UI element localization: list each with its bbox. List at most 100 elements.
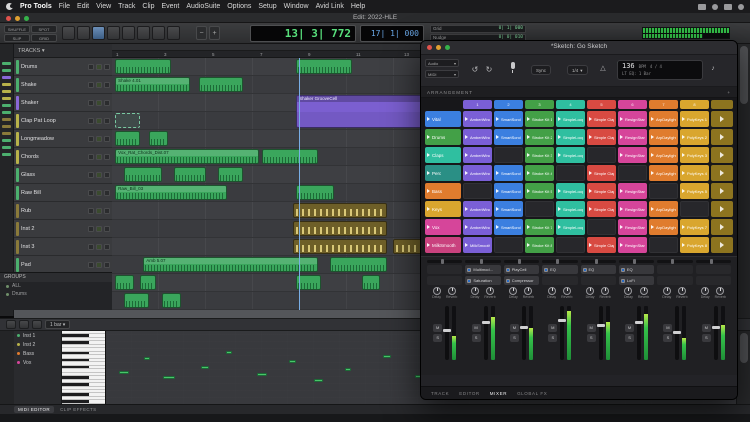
send-knob[interactable]: Delay [470, 287, 479, 302]
fader-track[interactable] [560, 306, 564, 360]
empty-cell[interactable] [556, 165, 585, 181]
mute-button[interactable] [104, 190, 110, 196]
send-slider[interactable] [427, 260, 462, 263]
fader-track[interactable] [714, 306, 718, 360]
piano-black-key[interactable] [62, 376, 89, 378]
solo-button[interactable] [96, 82, 102, 88]
loop-cell[interactable]: PolyKeys 1 [680, 111, 709, 127]
scene-trigger[interactable] [711, 129, 733, 145]
clip[interactable] [140, 275, 156, 290]
insert-slot[interactable]: EQ [581, 265, 616, 274]
track-row[interactable]: Inst 3 [14, 238, 112, 256]
mute-button[interactable]: M [510, 324, 519, 332]
mini-track-item[interactable] [0, 144, 13, 151]
loop-cell[interactable]: SimpleLoops 5 [556, 183, 585, 199]
empty-cell[interactable] [587, 147, 616, 163]
clip[interactable] [115, 59, 171, 74]
midi-track-item[interactable]: Bass [14, 349, 61, 358]
apple-menu-icon[interactable] [6, 3, 13, 10]
tracks-panel-header[interactable]: TRACKS ▾ [14, 44, 112, 58]
mini-track-item[interactable] [0, 151, 13, 158]
loop-cell[interactable]: ResignStar 3 [618, 147, 647, 163]
solo-button[interactable] [96, 136, 102, 142]
insert-enable-checkbox[interactable] [544, 268, 548, 272]
solo-button[interactable] [96, 244, 102, 250]
selector-tool-icon[interactable] [92, 26, 105, 40]
mute-button[interactable] [104, 118, 110, 124]
mute-button[interactable] [104, 262, 110, 268]
loop-cell[interactable]: AmberWind 2 [463, 129, 492, 145]
clip[interactable] [218, 167, 243, 182]
send-knob[interactable]: Reverb [446, 287, 457, 302]
loop-cell[interactable]: AmberWind 6 [463, 201, 492, 217]
piano-keyboard[interactable] [62, 331, 106, 404]
mute-button[interactable]: M [625, 324, 634, 332]
scene-column-header[interactable]: 2 [494, 100, 523, 109]
clip[interactable]: Shake 4.01 [115, 77, 190, 92]
solo-button[interactable] [96, 262, 102, 268]
solo-button[interactable]: S [702, 334, 711, 342]
midi-track-item[interactable]: Inst 2 [14, 340, 61, 349]
grid-track-header[interactable]: Claps [425, 147, 461, 163]
tab-editor[interactable]: EDITOR [459, 391, 480, 396]
fader-handle[interactable] [635, 321, 643, 324]
midi-note[interactable] [257, 373, 267, 376]
mute-button[interactable]: M [663, 324, 672, 332]
send-slider[interactable] [504, 260, 539, 263]
scene-column-header[interactable]: 1 [463, 100, 492, 109]
track-row[interactable]: Rub [14, 202, 112, 220]
mute-button[interactable] [104, 64, 110, 70]
send-slider[interactable] [581, 260, 616, 263]
fader-handle[interactable] [597, 324, 605, 327]
grid-track-header[interactable]: Drums [425, 129, 461, 145]
mute-button[interactable] [104, 100, 110, 106]
solo-button[interactable] [96, 118, 102, 124]
knob-dial-icon[interactable] [716, 287, 724, 295]
empty-cell[interactable] [618, 165, 647, 181]
record-arm-button[interactable] [88, 136, 94, 142]
scene-trigger[interactable] [711, 165, 733, 181]
mute-button[interactable]: M [548, 324, 557, 332]
solo-button[interactable] [96, 100, 102, 106]
menu-app-name[interactable]: Pro Tools [20, 3, 52, 10]
menu-item-event[interactable]: Event [161, 3, 179, 10]
send-knob[interactable]: Reverb [676, 287, 687, 302]
midi-vertical-scrollbar[interactable] [736, 331, 750, 404]
insert-slot[interactable]: EQ [619, 265, 654, 274]
send-slider[interactable] [465, 260, 500, 263]
clip[interactable]: Raw_Bill_03 [115, 185, 227, 200]
loop-cell[interactable]: PolyKeys 2 [680, 129, 709, 145]
loop-cell[interactable]: ArpDaylight 6 [649, 201, 678, 217]
fader-handle[interactable] [712, 326, 720, 329]
fader-track[interactable] [484, 306, 488, 360]
insert-enable-checkbox[interactable] [467, 279, 471, 283]
record-arm-button[interactable] [88, 262, 94, 268]
loop-cell[interactable]: SmartScroll 2 [494, 129, 523, 145]
menu-item-setup[interactable]: Setup [258, 3, 276, 10]
track-row[interactable]: Shake [14, 76, 112, 94]
send-knob[interactable]: Delay [586, 287, 595, 302]
midi-track-item[interactable]: Vox [14, 358, 61, 367]
metronome-icon[interactable]: △ [597, 63, 609, 75]
menu-item-view[interactable]: View [96, 3, 111, 10]
fader-track[interactable] [445, 306, 449, 360]
knob-dial-icon[interactable] [433, 287, 441, 295]
record-arm-button[interactable] [88, 154, 94, 160]
clip[interactable] [115, 113, 140, 128]
trim-tool-icon[interactable] [19, 320, 29, 329]
midi-grid-select[interactable]: 1 bar ▾ [45, 320, 70, 329]
midi-note[interactable] [345, 368, 351, 371]
clip[interactable] [293, 203, 387, 218]
knob-dial-icon[interactable] [586, 287, 594, 295]
fader-handle[interactable] [443, 329, 451, 332]
insert-enable-checkbox[interactable] [506, 279, 510, 283]
loop-cell[interactable]: PolyKeys 3 [680, 147, 709, 163]
clip[interactable] [115, 275, 134, 290]
solo-button[interactable] [96, 154, 102, 160]
scene-trigger[interactable] [711, 183, 733, 199]
solo-button[interactable]: S [433, 334, 442, 342]
division-select[interactable]: 1/4 ▾ [567, 65, 588, 75]
piano-black-key[interactable] [62, 341, 89, 343]
tab-midi-editor[interactable]: MIDI EDITOR [14, 406, 54, 413]
mini-track-item[interactable] [0, 137, 13, 144]
